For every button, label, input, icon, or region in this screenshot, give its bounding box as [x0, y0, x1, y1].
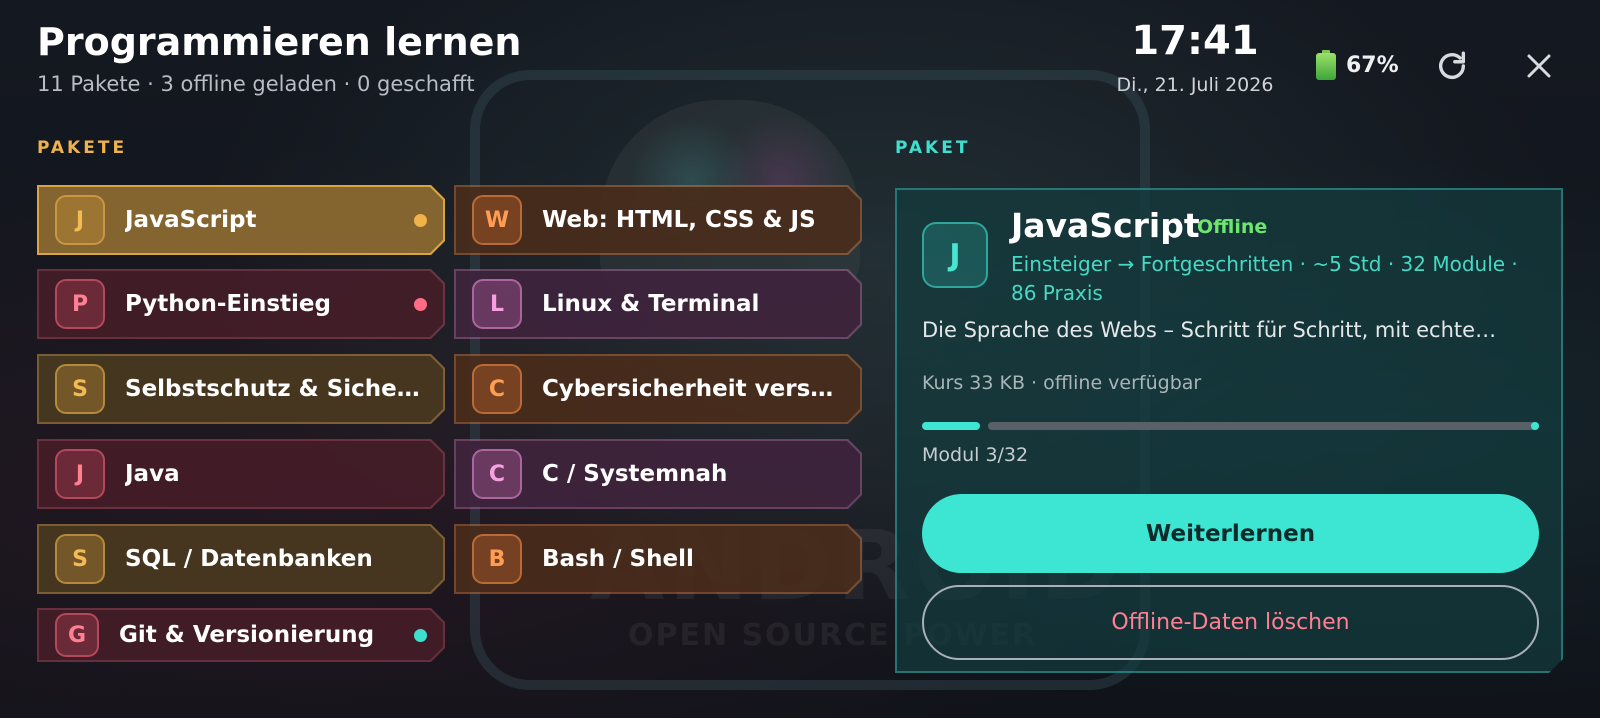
- progress-end-marker: [1531, 422, 1539, 430]
- package-item-java[interactable]: J Java: [37, 439, 445, 509]
- package-item-web-html-css-js[interactable]: W Web: HTML, CSS & JS: [454, 185, 862, 255]
- package-name: C / Systemnah: [542, 461, 728, 487]
- package-letter-badge: G: [55, 613, 99, 657]
- package-letter-badge: B: [472, 534, 522, 584]
- package-letter-badge: J: [55, 195, 105, 245]
- detail-section-label: PAKET: [895, 138, 971, 158]
- package-detail-panel: J JavaScript Offline Einsteiger → Fortge…: [895, 188, 1563, 673]
- detail-description: Die Sprache des Webs – Schritt für Schri…: [922, 318, 1497, 342]
- battery-status: 67%: [1316, 50, 1399, 80]
- package-name: Bash / Shell: [542, 546, 694, 572]
- package-item-git-versionierung[interactable]: G Git & Versionierung: [37, 608, 445, 662]
- package-name: Cybersicherheit versteh…: [542, 376, 837, 402]
- package-letter-badge: P: [55, 279, 105, 329]
- delete-offline-data-button[interactable]: Offline-Daten löschen: [922, 585, 1539, 660]
- package-item-selbstschutz-sicherheit[interactable]: S Selbstschutz & Sicherheit: [37, 354, 445, 424]
- battery-level: 67%: [1346, 52, 1399, 78]
- package-name: Python-Einstieg: [125, 291, 331, 317]
- module-counter: Modul 3/32: [922, 444, 1029, 466]
- package-name: JavaScript: [125, 207, 257, 233]
- package-name: Git & Versionierung: [119, 622, 375, 648]
- clock: 17:41 Di., 21. Juli 2026: [1100, 18, 1290, 96]
- package-item-sql-datenbanken[interactable]: S SQL / Datenbanken: [37, 524, 445, 594]
- clock-date: Di., 21. Juli 2026: [1116, 74, 1274, 96]
- package-letter-badge: W: [472, 195, 522, 245]
- page-subtitle: 11 Pakete · 3 offline geladen · 0 gescha…: [37, 72, 475, 96]
- detail-meta: Einsteiger → Fortgeschritten · ~5 Std · …: [1011, 252, 1518, 305]
- detail-title: JavaScript: [1011, 206, 1200, 245]
- package-item-javascript[interactable]: J JavaScript: [37, 185, 445, 255]
- package-item-linux-terminal[interactable]: L Linux & Terminal: [454, 269, 862, 339]
- refresh-icon: [1438, 51, 1466, 79]
- package-letter-badge: J: [55, 449, 105, 499]
- package-item-bash-shell[interactable]: B Bash / Shell: [454, 524, 862, 594]
- package-item-cybersicherheit-versteh[interactable]: C Cybersicherheit versteh…: [454, 354, 862, 424]
- progress-track: [988, 422, 1539, 430]
- packages-section-label: PAKETE: [37, 138, 128, 158]
- package-item-python-einstieg[interactable]: P Python-Einstieg: [37, 269, 445, 339]
- package-item-c-systemnah[interactable]: C C / Systemnah: [454, 439, 862, 509]
- package-name: Linux & Terminal: [542, 291, 760, 317]
- package-letter-badge: C: [472, 449, 522, 499]
- package-status-dot: [414, 298, 427, 311]
- module-progress-bar: [922, 422, 1539, 430]
- battery-icon: [1316, 50, 1336, 80]
- package-name: Java: [125, 461, 180, 487]
- detail-letter-badge: J: [922, 222, 988, 288]
- package-name: Web: HTML, CSS & JS: [542, 207, 816, 233]
- continue-learning-button[interactable]: Weiterlernen: [922, 494, 1539, 573]
- header: Programmieren lernen 11 Pakete · 3 offli…: [37, 20, 521, 96]
- package-status-dot: [414, 629, 427, 642]
- clock-time: 17:41: [1131, 18, 1259, 64]
- package-letter-badge: S: [55, 534, 105, 584]
- package-name: Selbstschutz & Sicherheit: [125, 376, 425, 402]
- package-letter-badge: S: [55, 364, 105, 414]
- refresh-button[interactable]: [1430, 44, 1474, 88]
- package-letter-badge: L: [472, 279, 522, 329]
- close-button[interactable]: [1517, 44, 1561, 88]
- package-status-dot: [414, 214, 427, 227]
- package-name: SQL / Datenbanken: [125, 546, 373, 572]
- package-letter-badge: C: [472, 364, 522, 414]
- progress-fill: [922, 422, 980, 430]
- close-icon: [1527, 54, 1551, 78]
- detail-offline-badge: Offline: [1197, 216, 1268, 238]
- detail-size: Kurs 33 KB · offline verfügbar: [922, 372, 1202, 394]
- page-title: Programmieren lernen: [37, 20, 522, 64]
